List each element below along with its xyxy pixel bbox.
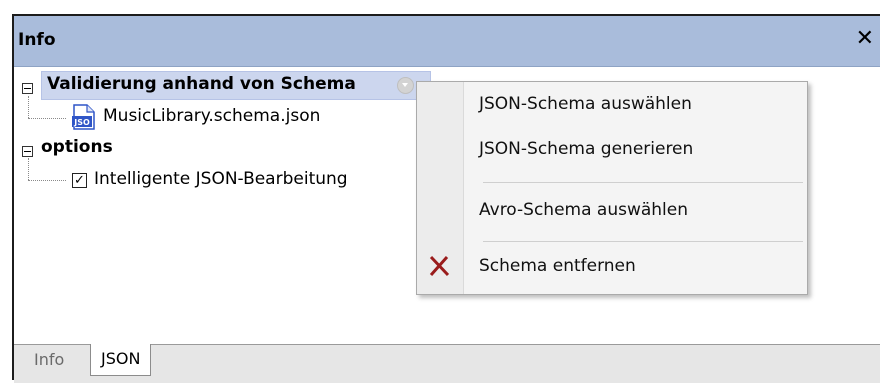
- collapse-toggle-icon[interactable]: [22, 83, 33, 94]
- tree-connector: [28, 180, 66, 181]
- dropdown-bullet-icon[interactable]: [397, 77, 414, 94]
- json-file-icon-text: JSO: [73, 118, 90, 127]
- close-icon[interactable]: ✕: [856, 26, 874, 51]
- tree-node-validation[interactable]: Validierung anhand von Schema: [47, 74, 356, 94]
- tree-node-schema-file[interactable]: MusicLibrary.schema.json: [103, 106, 320, 126]
- context-menu: JSON-Schema auswählen JSON-Schema generi…: [416, 81, 808, 295]
- menu-item-remove-schema[interactable]: Schema entfernen: [479, 256, 636, 276]
- tab-json[interactable]: JSON: [90, 344, 152, 376]
- menu-separator: [483, 182, 803, 183]
- smart-editing-label[interactable]: Intelligente JSON-Bearbeitung: [94, 169, 348, 189]
- menu-item-select-avro-schema[interactable]: Avro-Schema auswählen: [479, 200, 688, 220]
- menu-separator: [483, 241, 803, 242]
- collapse-toggle-icon[interactable]: [22, 146, 33, 157]
- menu-item-generate-json-schema[interactable]: JSON-Schema generieren: [479, 139, 693, 159]
- checkmark-icon: ✓: [74, 173, 85, 188]
- tree-connector: [28, 158, 29, 180]
- tab-info[interactable]: Info: [24, 345, 74, 377]
- json-file-icon: JSO: [72, 104, 95, 130]
- tree-node-options[interactable]: options: [41, 137, 113, 157]
- smart-editing-checkbox[interactable]: ✓: [72, 173, 87, 188]
- panel-titlebar: Info ✕: [14, 16, 880, 67]
- menu-item-select-json-schema[interactable]: JSON-Schema auswählen: [479, 94, 692, 114]
- tree-connector: [28, 118, 66, 119]
- red-x-icon: [429, 255, 450, 277]
- panel-title: Info: [18, 30, 56, 50]
- tree-connector: [28, 96, 29, 118]
- tab-bar: Info JSON: [14, 344, 880, 383]
